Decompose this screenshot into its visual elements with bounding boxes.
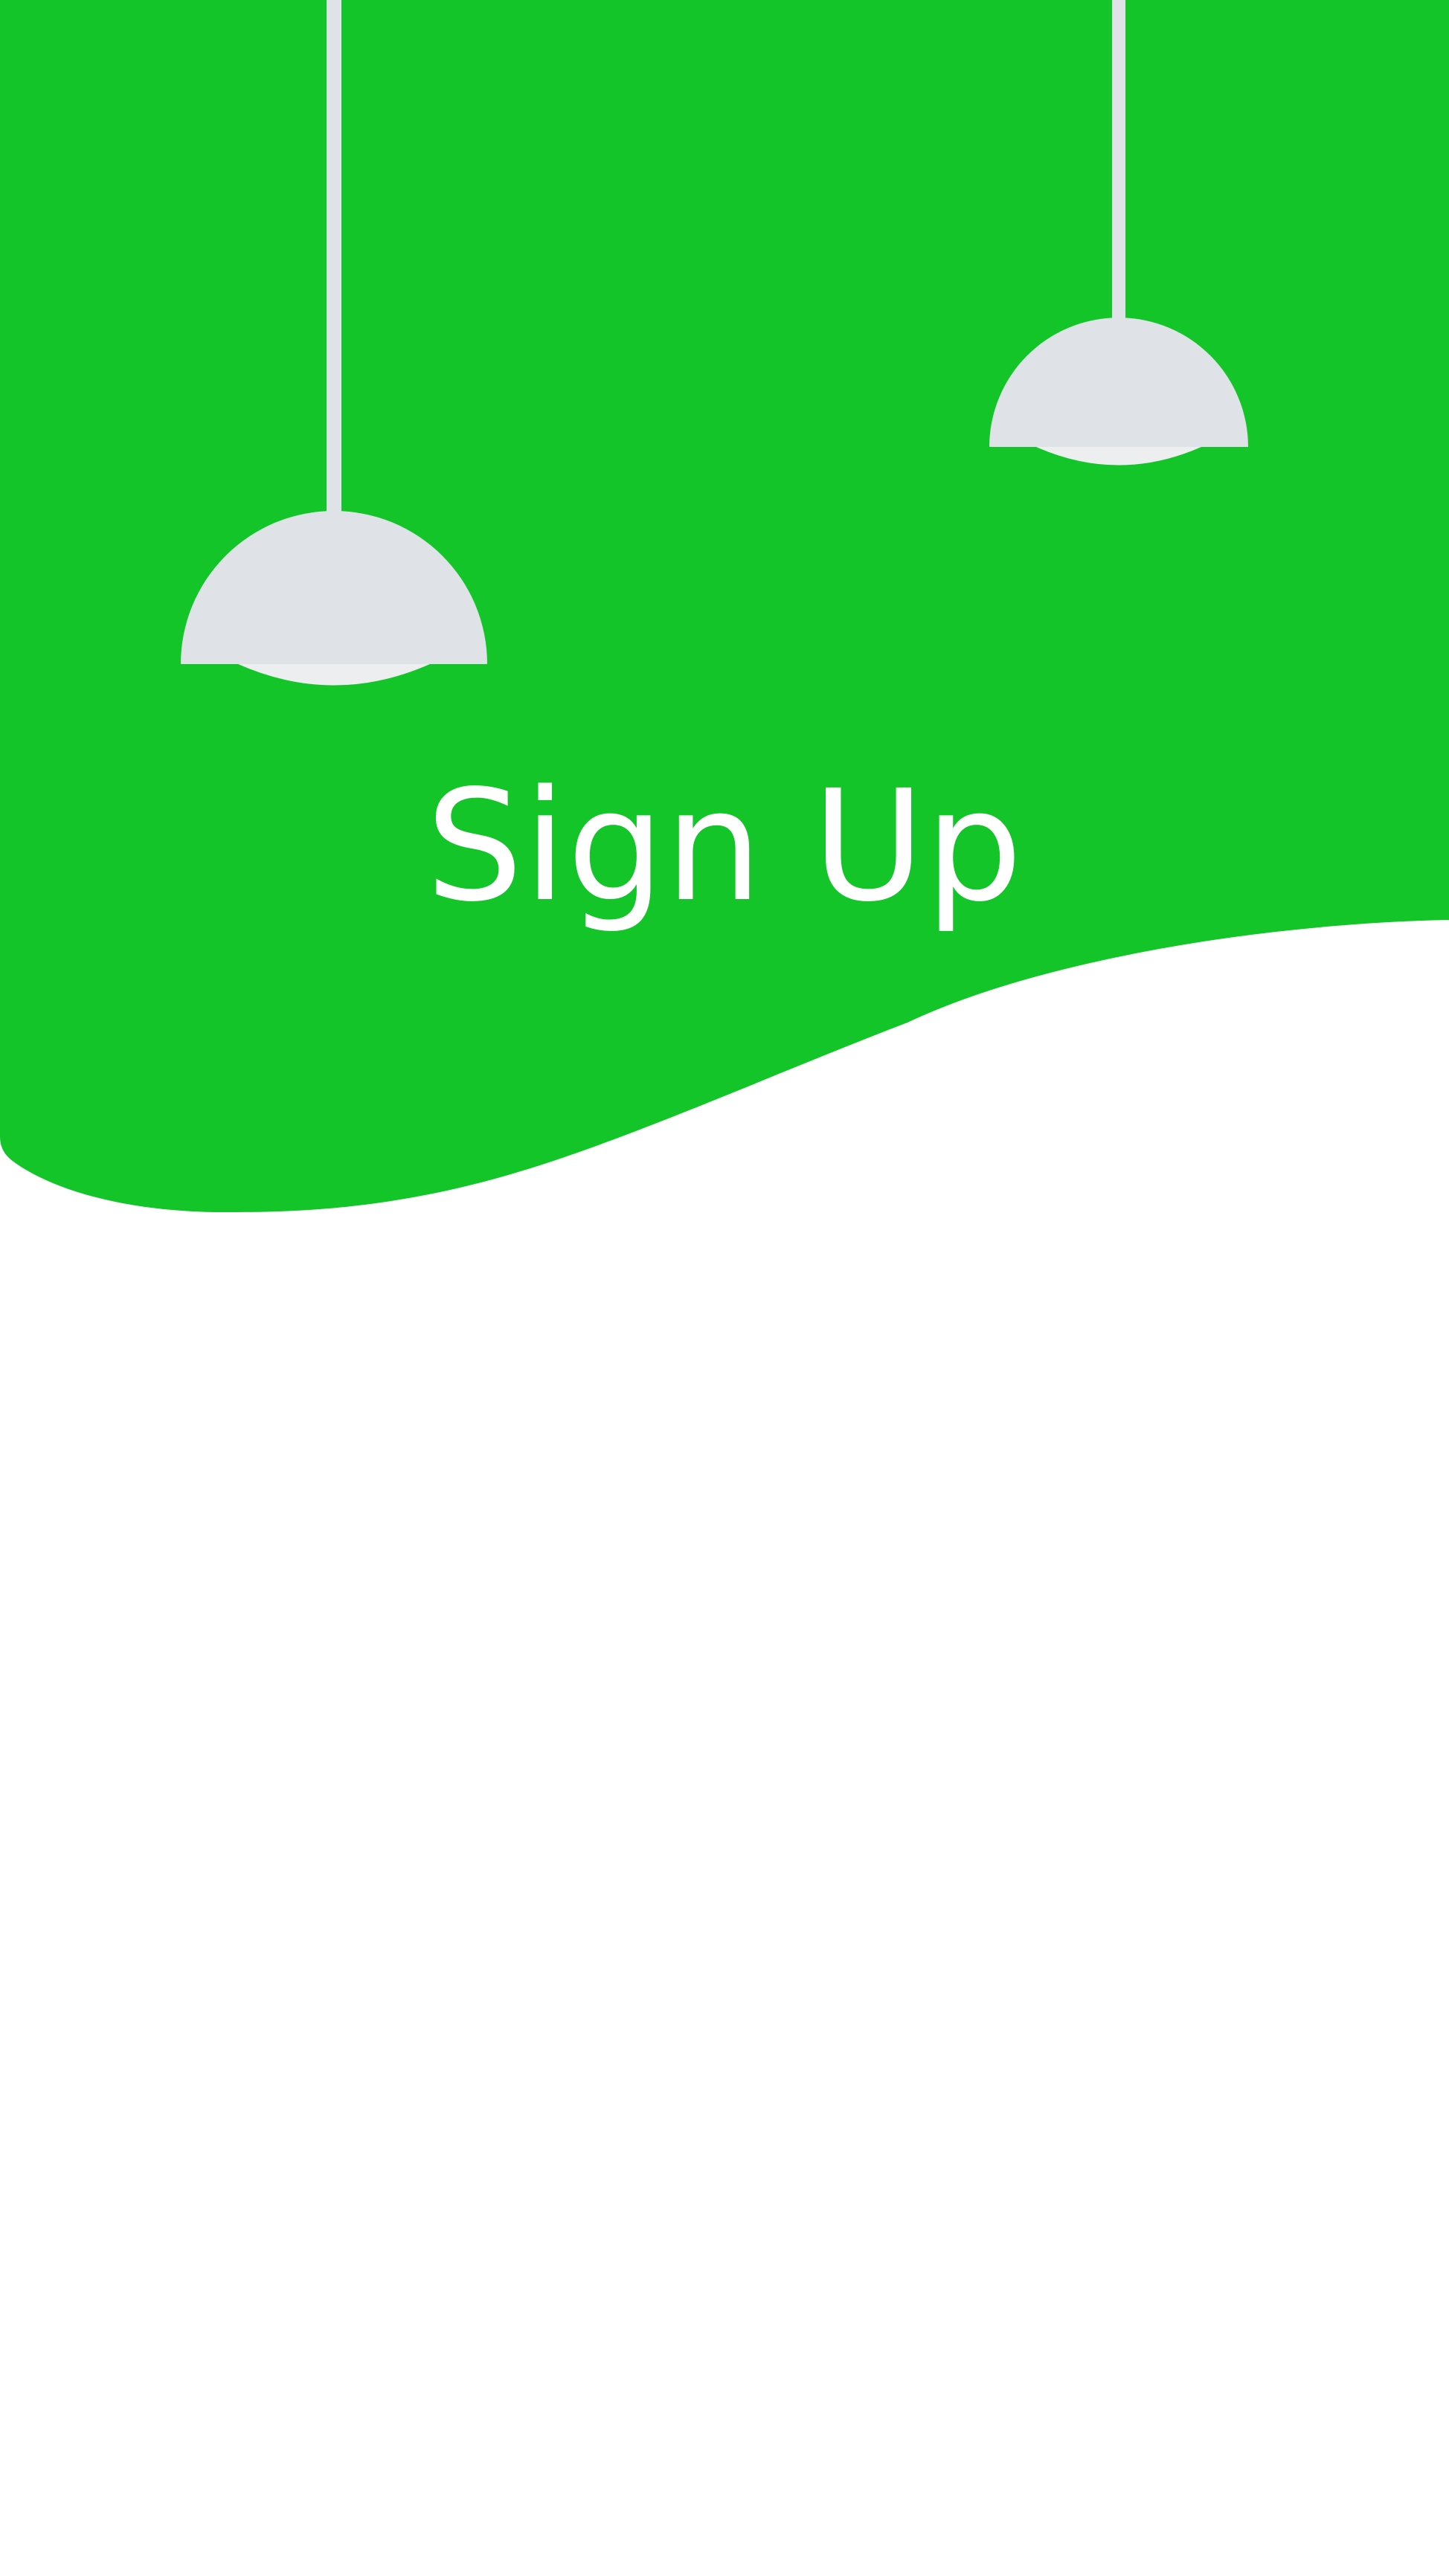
right-lamp-cord [1112,0,1125,321]
left-lamp-cord [327,0,341,515]
form-area [0,1234,1449,2576]
header-banner [0,0,1449,1212]
page-title: Sign Up [425,757,1024,936]
